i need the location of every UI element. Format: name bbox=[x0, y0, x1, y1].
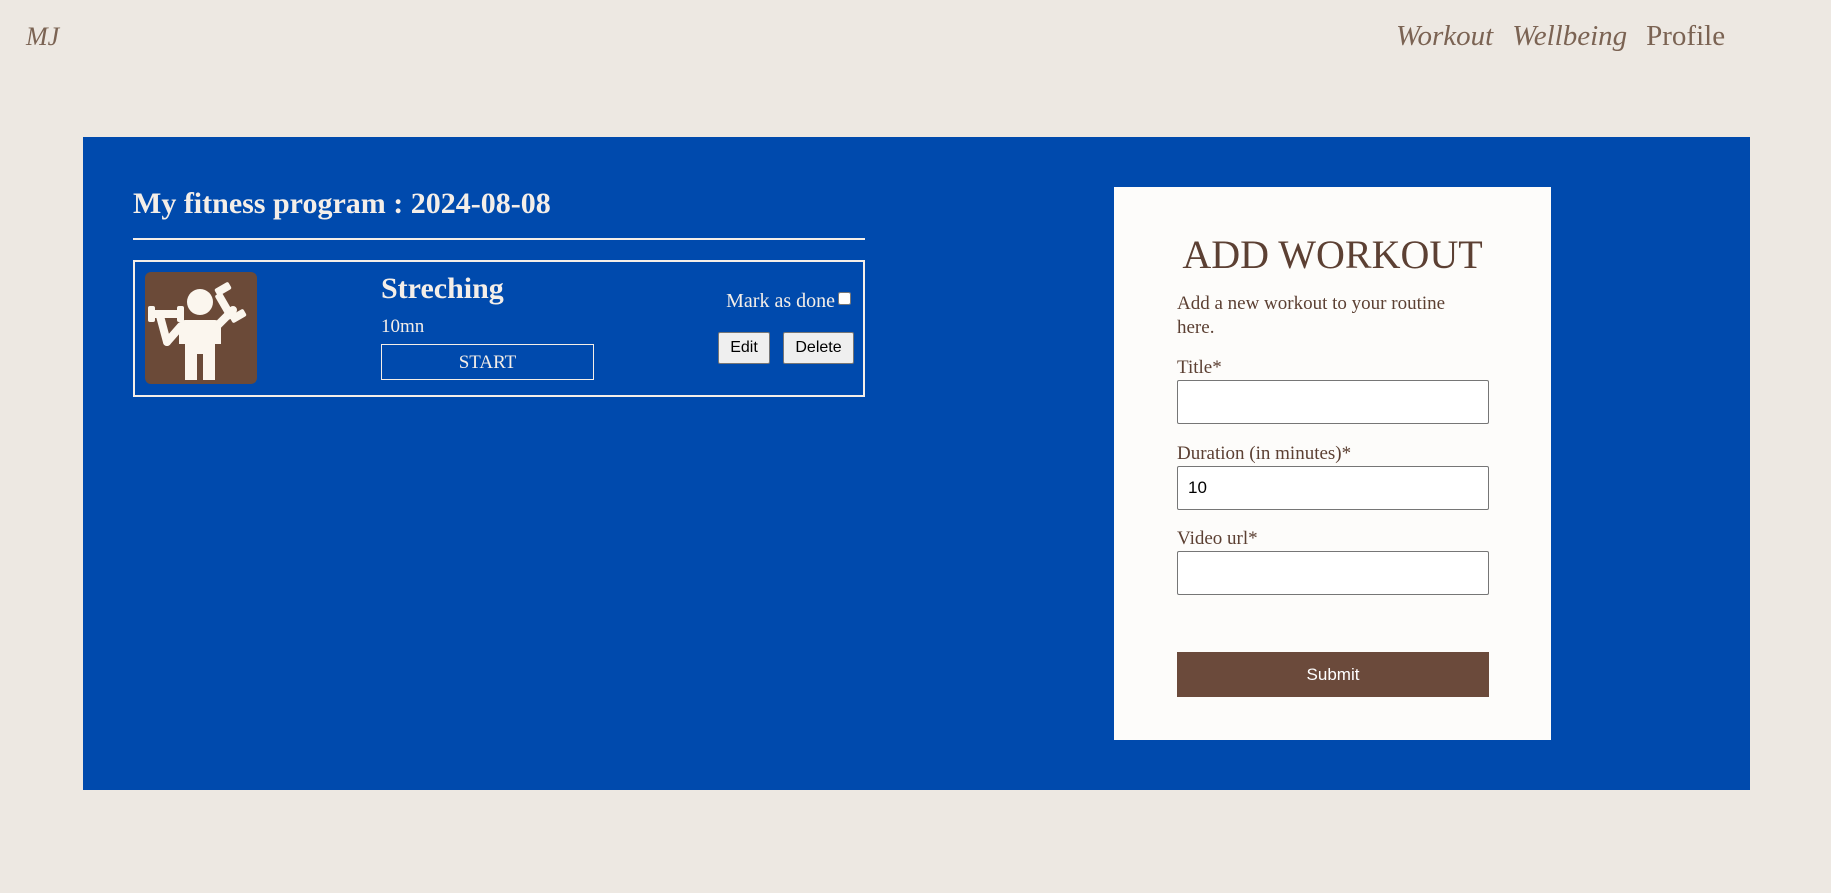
program-title: My fitness program : 2024-08-08 bbox=[133, 187, 551, 220]
form-title: ADD WORKOUT bbox=[1182, 232, 1483, 277]
duration-label: Duration (in minutes)* bbox=[1177, 443, 1352, 464]
mark-as-done[interactable]: Mark as done bbox=[726, 290, 851, 313]
submit-button[interactable]: Submit bbox=[1177, 652, 1489, 697]
duration-input[interactable] bbox=[1177, 466, 1489, 510]
add-workout-form: ADD WORKOUT Add a new workout to your ro… bbox=[1114, 187, 1551, 740]
workout-card: Streching 10mn START Mark as done Edit D… bbox=[133, 260, 865, 397]
main-nav: Workout Wellbeing Profile bbox=[1396, 20, 1725, 53]
brand-logo[interactable]: MJ bbox=[26, 22, 59, 52]
delete-button[interactable]: Delete bbox=[783, 332, 854, 364]
title-input[interactable] bbox=[1177, 380, 1489, 424]
form-description: Add a new workout to your routine here. bbox=[1177, 293, 1446, 338]
program-divider bbox=[133, 238, 865, 240]
weightlifting-person-icon bbox=[145, 272, 257, 384]
mark-as-done-checkbox[interactable] bbox=[838, 292, 851, 305]
video-url-input[interactable] bbox=[1177, 551, 1489, 595]
video-url-label: Video url* bbox=[1177, 528, 1258, 549]
nav-link-wellbeing[interactable]: Wellbeing bbox=[1512, 20, 1627, 53]
start-button[interactable]: START bbox=[381, 344, 594, 380]
edit-button[interactable]: Edit bbox=[718, 332, 770, 364]
fitness-program-panel: My fitness program : 2024-08-08 Strechin… bbox=[83, 137, 1750, 790]
nav-link-profile[interactable]: Profile bbox=[1646, 20, 1725, 53]
title-label: Title* bbox=[1177, 357, 1222, 378]
nav-link-workout[interactable]: Workout bbox=[1396, 20, 1493, 53]
workout-name: Streching bbox=[381, 272, 504, 305]
mark-as-done-label: Mark as done bbox=[726, 290, 835, 312]
workout-duration: 10mn bbox=[381, 316, 425, 337]
